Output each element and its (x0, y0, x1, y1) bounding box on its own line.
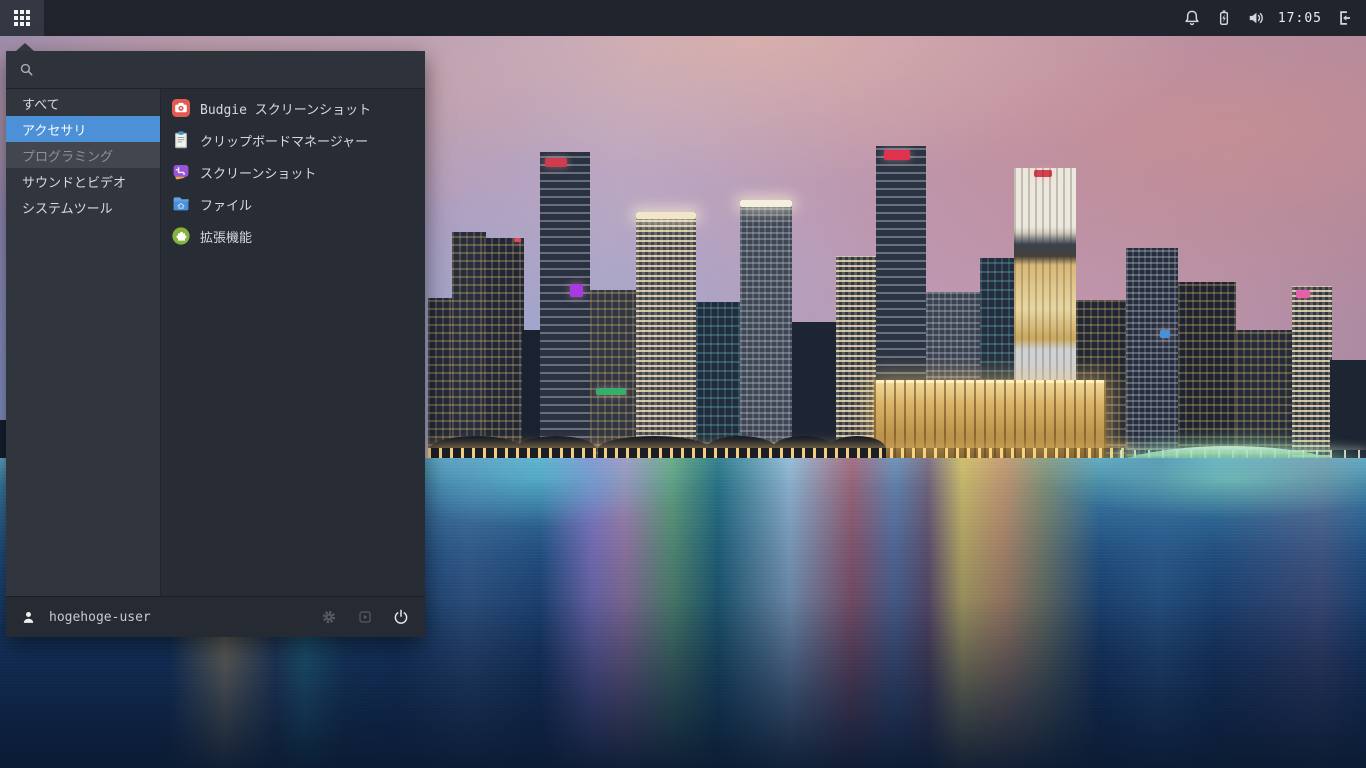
username: hogehoge-user (49, 609, 151, 625)
search-icon (18, 61, 35, 78)
app-item-1[interactable]: クリップボードマネージャー (161, 124, 425, 156)
battery-charging-icon (1214, 8, 1234, 28)
app-item-label: 拡張機能 (200, 230, 253, 246)
battery-charging-icon-button[interactable] (1214, 8, 1234, 28)
category-item-4[interactable]: システムツール (6, 194, 160, 220)
app-grid-button[interactable] (0, 0, 44, 36)
category-list: すべて アクセサリ プログラミング サウンドとビデオ システムツール (6, 89, 161, 596)
screenshot-icon (171, 162, 191, 182)
user-icon (20, 609, 37, 626)
category-item-0[interactable]: すべて (6, 90, 160, 116)
app-item-2[interactable]: スクリーンショット (161, 156, 425, 188)
files-icon (171, 194, 191, 214)
budgie-screenshot-icon (171, 98, 191, 118)
clipboard-icon (171, 130, 191, 150)
settings-gear-button[interactable] (319, 607, 339, 627)
power-icon (392, 608, 410, 626)
notifications-icon-button[interactable] (1182, 8, 1202, 28)
menu-body: すべて アクセサリ プログラミング サウンドとビデオ システムツール Budgie スク… (6, 89, 425, 596)
clock: 17:05 (1277, 10, 1322, 26)
system-tray: 17:05 (1182, 8, 1366, 28)
restart-icon (357, 609, 373, 625)
volume-icon (1246, 8, 1266, 28)
top-panel: 17:05 (0, 0, 1366, 36)
app-item-0[interactable]: Budgie スクリーンショット (161, 92, 425, 124)
restart-button[interactable] (355, 607, 375, 627)
app-item-label: ファイル (200, 198, 253, 214)
app-grid-icon (14, 10, 30, 26)
popup-arrow (16, 43, 34, 51)
app-item-4[interactable]: 拡張機能 (161, 220, 425, 252)
budgie-menu-popup: すべて アクセサリ プログラミング サウンドとビデオ システムツール Budgie スク… (6, 43, 425, 637)
raven-toggle-icon (1334, 8, 1354, 28)
app-item-3[interactable]: ファイル (161, 188, 425, 220)
app-item-label: クリップボードマネージャー (200, 134, 369, 150)
extensions-icon (171, 226, 191, 246)
category-item-2[interactable]: プログラミング (6, 142, 160, 168)
application-list: Budgie スクリーンショット クリップボードマネージャー スクリーンショット ファ… (161, 89, 425, 596)
app-item-label: スクリーンショット (200, 166, 317, 182)
volume-icon-button[interactable] (1246, 8, 1266, 28)
menu-footer: hogehoge-user (6, 596, 425, 637)
app-item-label: Budgie スクリーンショット (200, 102, 372, 118)
power-button[interactable] (391, 607, 411, 627)
settings-gear-icon (321, 609, 337, 625)
category-item-1[interactable]: アクセサリ (6, 116, 160, 142)
search-bar[interactable] (6, 51, 425, 89)
user-icon (20, 609, 37, 626)
raven-toggle-icon-button[interactable] (1334, 8, 1354, 28)
category-item-3[interactable]: サウンドとビデオ (6, 168, 160, 194)
search-icon (18, 61, 35, 78)
notifications-icon (1182, 8, 1202, 28)
search-input[interactable] (43, 61, 413, 78)
